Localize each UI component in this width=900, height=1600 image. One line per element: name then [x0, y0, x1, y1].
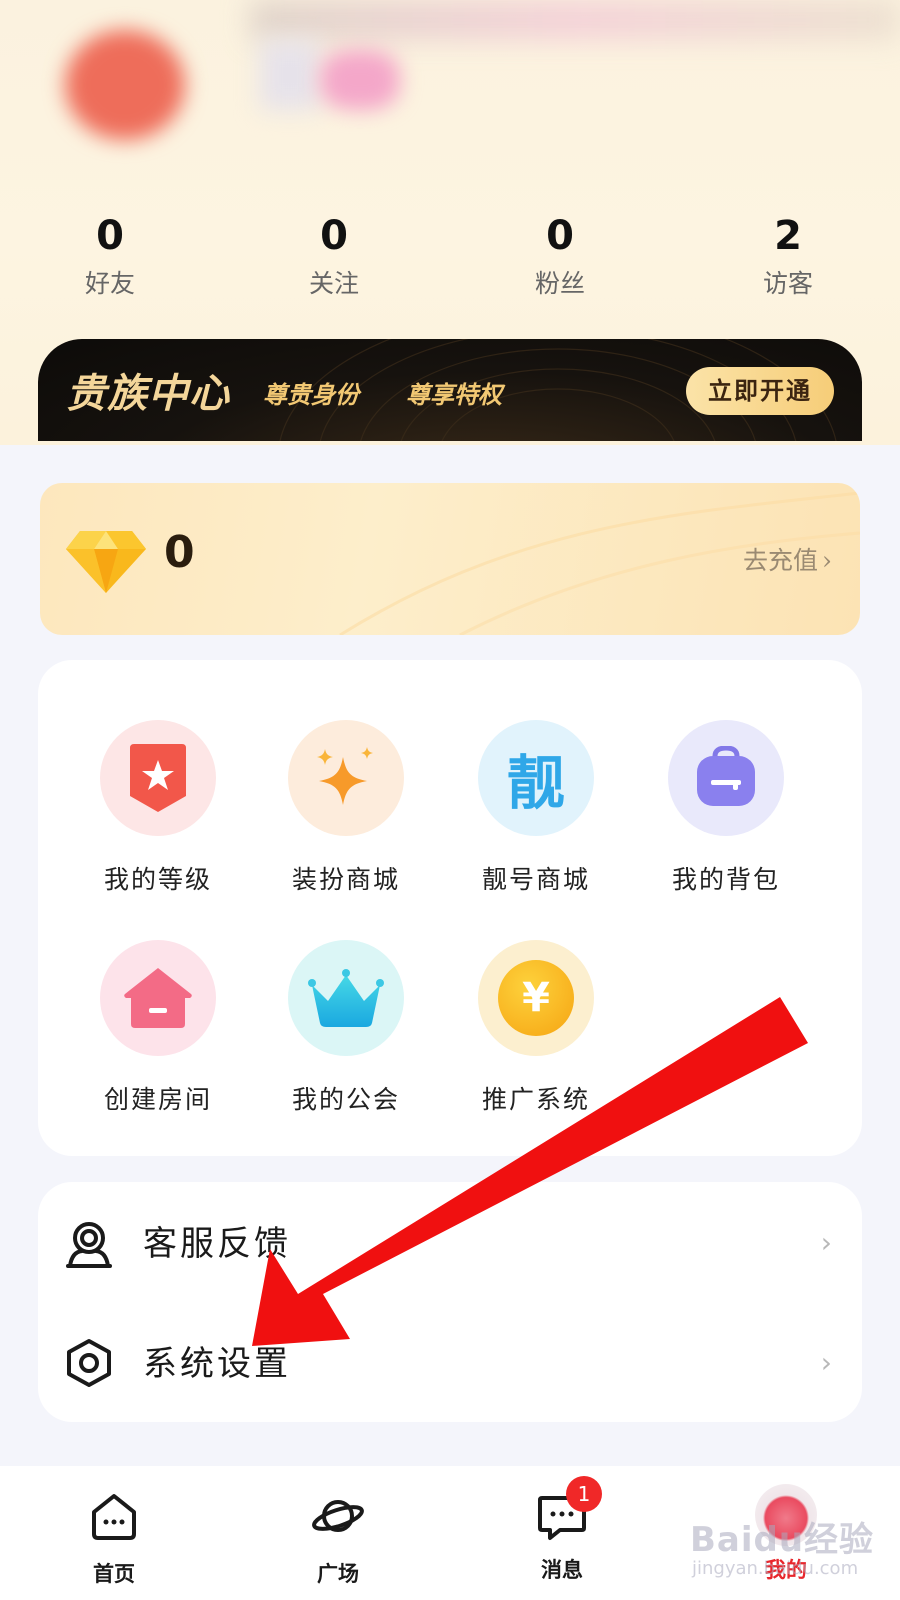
liang-char-icon: 靓 [506, 749, 565, 817]
grid-label: 我的公会 [291, 1085, 400, 1114]
level-badge-icon [130, 744, 186, 812]
diamond-balance: 0 [164, 527, 195, 578]
stat-value: 0 [96, 213, 124, 259]
stats-row: 0 好友 0 关注 0 粉丝 2 访客 [0, 212, 900, 302]
recharge-link[interactable]: 去充值 › [743, 541, 832, 577]
chevron-right-icon: › [820, 1346, 832, 1379]
unread-badge: 1 [566, 1476, 602, 1512]
stat-label: 访客 [762, 269, 813, 298]
yuan-coin-icon: ¥ [498, 960, 574, 1036]
vip-center-banner[interactable]: 贵族中心 尊贵身份 尊享特权 立即开通 [38, 339, 862, 441]
stat-label: 粉丝 [534, 269, 585, 298]
diamond-icon [66, 531, 146, 593]
stat-fans[interactable]: 0 粉丝 [480, 212, 640, 300]
grid-icon-wrap: ¥ [478, 940, 594, 1056]
stat-label: 好友 [84, 269, 135, 298]
house-icon [124, 968, 192, 1028]
grid-item-create-room[interactable]: 创建房间 [78, 940, 238, 1116]
yuan-glyph: ¥ [522, 975, 550, 1021]
grid-icon-wrap [668, 720, 784, 836]
stat-value: 0 [546, 213, 574, 259]
sparkle-star-icon [317, 747, 373, 805]
tab-label: 首页 [93, 1562, 135, 1586]
grid-label: 创建房间 [103, 1085, 212, 1114]
grid-item-my-backpack[interactable]: 我的背包 [646, 720, 806, 896]
grid-icon-wrap [288, 940, 404, 1056]
grid-icon-wrap [100, 720, 216, 836]
blurred-level-badge [320, 50, 400, 110]
grid-item-pretty-number-mall[interactable]: 靓 靓号商城 [456, 720, 616, 896]
stat-value: 0 [320, 213, 348, 259]
grid-label: 靓号商城 [481, 865, 590, 894]
tab-home[interactable]: 首页 [44, 1490, 184, 1588]
backpack-icon [697, 746, 755, 806]
stat-visitors[interactable]: 2 访客 [708, 212, 868, 300]
grid-item-my-level[interactable]: 我的等级 [78, 720, 238, 896]
feature-grid: 我的等级 装扮商城 靓 靓号商城 我的背包 创建房间 我的公会 ¥ 推广系统 [38, 660, 862, 1156]
grid-label: 我的背包 [671, 865, 780, 894]
chevron-right-icon: › [820, 1226, 832, 1259]
tab-messages[interactable]: 1 消息 [492, 1476, 632, 1584]
card-texture [339, 491, 860, 635]
wallet-card[interactable]: 0 去充值 › [40, 483, 860, 635]
home-icon [92, 1494, 136, 1540]
grid-label: 装扮商城 [291, 865, 400, 894]
watermark: Baidu经验 [690, 1520, 875, 1560]
grid-item-my-guild[interactable]: 我的公会 [266, 940, 426, 1116]
stat-friends[interactable]: 0 好友 [30, 212, 190, 300]
user-avatar[interactable] [65, 30, 185, 140]
customer-service-icon [66, 1222, 112, 1268]
list-label: 客服反馈 [143, 1224, 291, 1264]
stat-following[interactable]: 0 关注 [254, 212, 414, 300]
vip-tag-privilege: 尊享特权 [406, 381, 502, 409]
crown-icon [308, 969, 384, 1027]
grid-label: 我的等级 [103, 865, 212, 894]
settings-list: 客服反馈 › 系统设置 › [38, 1182, 862, 1422]
blurred-strip [250, 0, 900, 40]
grid-item-costume-mall[interactable]: 装扮商城 [266, 720, 426, 896]
stat-value: 2 [774, 213, 802, 259]
list-item-customer-feedback[interactable]: 客服反馈 › [38, 1182, 862, 1302]
grid-icon-wrap: 靓 [478, 720, 594, 836]
vip-tag-identity: 尊贵身份 [263, 381, 359, 409]
blurred-area [260, 40, 320, 110]
chevron-right-icon: › [822, 546, 832, 575]
recharge-label: 去充值 [742, 546, 818, 575]
tab-label: 消息 [541, 1558, 583, 1582]
message-icon-wrap: 1 [536, 1476, 602, 1542]
watermark-sub: jingyan.baidu.com [692, 1558, 859, 1579]
planet-icon [312, 1500, 364, 1532]
list-label: 系统设置 [143, 1344, 291, 1384]
list-item-system-settings[interactable]: 系统设置 › [38, 1302, 862, 1422]
grid-item-promotion-system[interactable]: ¥ 推广系统 [456, 940, 616, 1116]
blurred-user-info [0, 0, 900, 210]
grid-icon-wrap [100, 940, 216, 1056]
settings-hexagon-icon [67, 1339, 111, 1387]
tab-square[interactable]: 广场 [268, 1490, 408, 1588]
vip-title: 贵族中心 [66, 371, 230, 417]
grid-icon-wrap [288, 720, 404, 836]
profile-header: 0 好友 0 关注 0 粉丝 2 访客 贵族中心 尊贵身份 尊享特权 立即开通 [0, 0, 900, 445]
stat-label: 关注 [308, 269, 359, 298]
tab-label: 广场 [317, 1562, 359, 1586]
activate-vip-button[interactable]: 立即开通 [686, 367, 834, 415]
grid-label: 推广系统 [481, 1085, 590, 1114]
